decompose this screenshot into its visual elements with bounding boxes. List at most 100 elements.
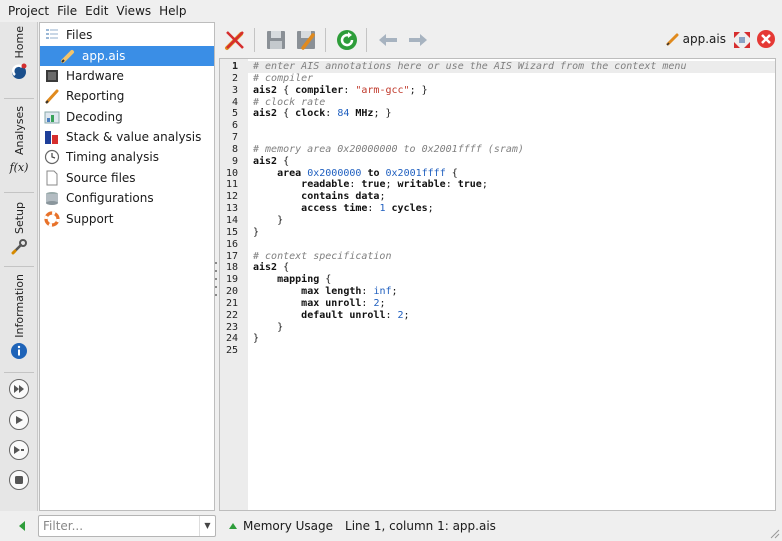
code-text: } <box>253 321 284 333</box>
code-line[interactable]: 6 <box>220 120 775 132</box>
filter-dropdown-button[interactable]: ▼ <box>199 516 215 536</box>
code-line[interactable]: 5 ais2 { clock: 84 MHz; } <box>220 108 775 120</box>
tree-item-label: Source files <box>66 171 136 185</box>
menu-views[interactable]: Views <box>112 0 155 22</box>
code-text: ais2 { compiler: "arm-gcc"; } <box>253 84 428 96</box>
save-icon <box>267 31 285 49</box>
line-number: 21 <box>225 297 238 309</box>
code-line[interactable]: 24} <box>220 333 775 345</box>
menu-project[interactable]: Project <box>4 0 53 22</box>
fast-forward-button[interactable] <box>9 379 29 399</box>
tab-setup-label: Setup <box>12 202 26 235</box>
code-line[interactable]: 13 access time: 1 cycles; <box>220 203 775 215</box>
tab-information[interactable]: Information <box>0 274 38 363</box>
tree-item-label: Stack & value analysis <box>66 130 202 144</box>
line-number: 22 <box>225 309 238 321</box>
code-line[interactable]: 8 # memory area 0x20000000 to 0x2001ffff … <box>220 144 775 156</box>
line-number: 7 <box>231 132 238 144</box>
code-line[interactable]: 19 mapping { <box>220 274 775 286</box>
code-line[interactable]: 12 contains data; <box>220 191 775 203</box>
tree-item-support[interactable]: Support <box>40 209 214 229</box>
code-line[interactable]: 20 max length: inf; <box>220 286 775 298</box>
tree-item-source-files[interactable]: Source files <box>40 168 214 188</box>
tree-item-hardware[interactable]: Hardware <box>40 66 214 86</box>
open-file-name: app.ais <box>682 32 726 46</box>
tree-item-stack-value-analysis[interactable]: Stack & value analysis <box>40 127 214 147</box>
redo-arrow-icon <box>409 34 427 46</box>
lifebuoy-icon <box>44 211 60 227</box>
code-line[interactable]: 2 # compiler <box>220 73 775 85</box>
tab-setup[interactable]: Setup <box>0 202 38 259</box>
memory-usage-label: Memory Usage <box>243 519 334 533</box>
play-button[interactable] <box>9 410 29 430</box>
reload-button[interactable] <box>333 26 361 54</box>
line-number: 9 <box>231 155 238 167</box>
code-line[interactable]: 21 max unroll: 2; <box>220 298 775 310</box>
stop-button[interactable] <box>9 470 29 490</box>
redo-button[interactable] <box>404 26 432 54</box>
memory-usage-toggle[interactable]: Memory Usage <box>228 519 333 533</box>
code-line[interactable]: 14 } <box>220 215 775 227</box>
code-line[interactable]: 18 ais2 { <box>220 262 775 274</box>
tab-home[interactable]: Home <box>0 26 38 83</box>
step-button[interactable] <box>9 440 29 460</box>
tree-item-files[interactable]: Files <box>40 25 214 45</box>
reload-icon <box>337 30 357 50</box>
code-line[interactable]: 25 <box>220 345 775 357</box>
menu-file[interactable]: File <box>53 0 81 22</box>
code-text: readable: true; writable: true; <box>301 179 488 191</box>
line-number: 23 <box>225 321 238 333</box>
close-editor-button[interactable] <box>756 29 776 52</box>
tab-analyses-label: Analyses <box>12 106 26 156</box>
code-line[interactable]: 10 area 0x2000000 to 0x2001ffff { <box>220 168 775 180</box>
tree-item-label: Decoding <box>66 110 123 124</box>
code-text: # memory area 0x20000000 to 0x2001ffff (… <box>253 143 524 155</box>
code-text: mapping { <box>277 274 332 286</box>
clock-icon <box>44 149 60 165</box>
code-text: ais2 { <box>253 262 290 274</box>
resize-grip-icon[interactable] <box>770 529 780 539</box>
pencil-icon <box>60 48 76 64</box>
code-line[interactable]: 17 # context specification <box>220 251 775 263</box>
code-line[interactable]: 9 ais2 { <box>220 156 775 168</box>
code-line[interactable]: 3 ais2 { compiler: "arm-gcc"; } <box>220 85 775 97</box>
line-number: 24 <box>225 333 238 345</box>
code-line[interactable]: 11 readable: true; writable: true; <box>220 179 775 191</box>
collapse-panel-button[interactable] <box>18 520 26 535</box>
line-number: 15 <box>225 226 238 238</box>
splitter-handle[interactable] <box>214 260 218 300</box>
status-area: Memory Usage Line 1, column 1: app.ais <box>228 511 496 541</box>
code-line[interactable]: 1 # enter AIS annotations here or use the… <box>220 61 775 73</box>
menu-help[interactable]: Help <box>155 0 190 22</box>
tree-item-reporting[interactable]: Reporting <box>40 86 214 106</box>
tree-item-decoding[interactable]: Decoding <box>40 107 214 127</box>
tree-item-timing-analysis[interactable]: Timing analysis <box>40 147 214 167</box>
menu-edit[interactable]: Edit <box>81 0 112 22</box>
code-editor[interactable]: 1 # enter AIS annotations here or use the… <box>219 58 776 511</box>
clear-button[interactable] <box>221 26 249 54</box>
code-text: access time: 1 cycles; <box>301 203 434 215</box>
code-line[interactable]: 16 <box>220 239 775 251</box>
tree-item-configurations[interactable]: Configurations <box>40 188 214 208</box>
save-button[interactable] <box>262 26 290 54</box>
line-number: 1 <box>231 61 238 72</box>
code-text: } <box>253 214 284 226</box>
tree-item-label: Files <box>66 28 93 42</box>
report-icon <box>44 88 60 104</box>
chevron-down-icon: ▼ <box>204 521 211 530</box>
pencil-cross-icon <box>225 31 244 50</box>
code-text: ais2 { clock: 84 MHz; } <box>253 108 392 120</box>
undo-button[interactable] <box>374 26 402 54</box>
code-text: max length: inf; <box>301 286 398 298</box>
tree-item-app-ais[interactable]: app.ais <box>40 46 214 66</box>
code-line[interactable]: 15} <box>220 227 775 239</box>
filter-input[interactable]: Filter... ▼ <box>38 515 216 537</box>
code-line[interactable]: 4 # clock rate <box>220 97 775 109</box>
code-line[interactable]: 7 <box>220 132 775 144</box>
maximize-button[interactable] <box>732 30 752 53</box>
code-line[interactable]: 23 } <box>220 322 775 334</box>
code-line[interactable]: 22 default unroll: 2; <box>220 310 775 322</box>
save-as-button[interactable] <box>292 26 320 54</box>
maximize-icon <box>734 32 750 48</box>
tab-analyses[interactable]: Analyses f(x) <box>0 106 38 174</box>
